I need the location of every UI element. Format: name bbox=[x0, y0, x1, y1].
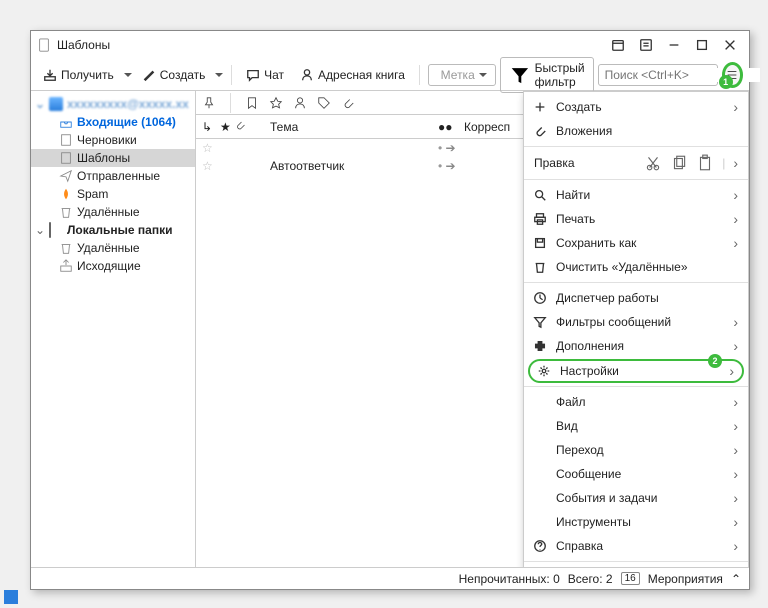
menu-file[interactable]: Файл› bbox=[524, 390, 748, 414]
drafts-folder[interactable]: Черновики bbox=[31, 131, 195, 149]
star-col[interactable]: ★ bbox=[220, 120, 228, 134]
contact-icon[interactable] bbox=[293, 96, 307, 110]
events-label[interactable]: Мероприятия bbox=[648, 572, 723, 586]
tag-button[interactable]: Метка bbox=[428, 64, 496, 86]
window-title: Шаблоны bbox=[57, 38, 110, 52]
tasks-icon[interactable] bbox=[633, 32, 659, 58]
menu-exit[interactable]: Выход bbox=[524, 565, 748, 567]
status-bar: Непрочитанных: 0 Всего: 2 16 Мероприятия… bbox=[31, 567, 749, 589]
templates-folder[interactable]: Шаблоны bbox=[31, 149, 195, 167]
create-button[interactable]: Создать bbox=[136, 65, 212, 85]
menu-edit-row: Правка | › bbox=[524, 150, 748, 176]
menu-create[interactable]: Создать› bbox=[524, 95, 748, 119]
annotation-badge-1: 1 bbox=[719, 75, 733, 89]
minimize-button[interactable] bbox=[661, 32, 687, 58]
close-button[interactable] bbox=[717, 32, 743, 58]
outbox-folder[interactable]: Исходящие bbox=[31, 257, 195, 275]
create-dropdown[interactable] bbox=[215, 73, 223, 81]
chat-button[interactable]: Чат bbox=[240, 65, 290, 85]
sent-folder[interactable]: Отправленные bbox=[31, 167, 195, 185]
spam-folder[interactable]: Spam bbox=[31, 185, 195, 203]
menu-find[interactable]: Найти› bbox=[524, 183, 748, 207]
subject-col[interactable]: Тема bbox=[252, 120, 432, 134]
paste-icon[interactable] bbox=[696, 154, 714, 172]
menu-print[interactable]: Печать› bbox=[524, 207, 748, 231]
tag-filter-icon[interactable] bbox=[317, 96, 331, 110]
attach-col[interactable] bbox=[234, 119, 246, 134]
search-input[interactable] bbox=[598, 64, 718, 86]
thread-col[interactable]: ↳ bbox=[202, 120, 214, 134]
copy-icon[interactable] bbox=[670, 154, 688, 172]
star-icon[interactable] bbox=[269, 96, 283, 110]
pin-icon[interactable] bbox=[202, 96, 216, 110]
folder-tree: ⌄xxxxxxxxx@xxxxx.xx Входящие (1064) Черн… bbox=[31, 91, 196, 567]
inbox-folder[interactable]: Входящие (1064) bbox=[31, 113, 195, 131]
cut-icon[interactable] bbox=[644, 154, 662, 172]
app-menu-button[interactable]: 1 bbox=[722, 62, 743, 88]
menu-empty-trash[interactable]: Очистить «Удалённые» bbox=[524, 255, 748, 279]
menu-go[interactable]: Переход› bbox=[524, 438, 748, 462]
local-trash-folder[interactable]: Удалённые bbox=[31, 239, 195, 257]
menu-tools[interactable]: Инструменты› bbox=[524, 510, 748, 534]
chevron-up-icon[interactable]: ⌃ bbox=[731, 572, 741, 586]
get-mail-button[interactable]: Получить bbox=[37, 65, 120, 85]
maximize-button[interactable] bbox=[689, 32, 715, 58]
calendar-icon[interactable] bbox=[605, 32, 631, 58]
menu-message[interactable]: Сообщение› bbox=[524, 462, 748, 486]
doc-icon bbox=[37, 38, 51, 52]
menu-view[interactable]: Вид› bbox=[524, 414, 748, 438]
tb-logo-icon bbox=[4, 590, 18, 604]
menu-activity[interactable]: Диспетчер работы bbox=[524, 286, 748, 310]
trash-folder[interactable]: Удалённые bbox=[31, 203, 195, 221]
menu-saveas[interactable]: Сохранить как› bbox=[524, 231, 748, 255]
total-count: Всего: 2 bbox=[568, 572, 613, 586]
menu-events[interactable]: События и задачи› bbox=[524, 486, 748, 510]
get-mail-dropdown[interactable] bbox=[124, 73, 132, 81]
attach-filter-icon[interactable] bbox=[341, 96, 355, 110]
menu-settings[interactable]: Настройки›2 bbox=[528, 359, 744, 383]
menu-filters[interactable]: Фильтры сообщений› bbox=[524, 310, 748, 334]
from-col[interactable]: Корресп bbox=[464, 120, 510, 134]
account-row[interactable]: ⌄xxxxxxxxx@xxxxx.xx bbox=[31, 95, 195, 113]
unread-count: Непрочитанных: 0 bbox=[459, 572, 560, 586]
events-toggle[interactable]: 16 bbox=[621, 572, 640, 585]
menu-attachments[interactable]: Вложения bbox=[524, 119, 748, 143]
address-book-button[interactable]: Адресная книга bbox=[294, 65, 411, 85]
bookmark-icon[interactable] bbox=[245, 96, 259, 110]
quick-filter-button[interactable]: Быстрый фильтр bbox=[500, 57, 594, 93]
app-menu: Создать› Вложения Правка | › Найти› Печа… bbox=[523, 91, 749, 567]
local-folders[interactable]: ⌄Локальные папки bbox=[31, 221, 195, 239]
annotation-badge-2: 2 bbox=[708, 354, 722, 368]
menu-help[interactable]: Справка› bbox=[524, 534, 748, 558]
read-col[interactable]: ●● bbox=[438, 120, 458, 134]
